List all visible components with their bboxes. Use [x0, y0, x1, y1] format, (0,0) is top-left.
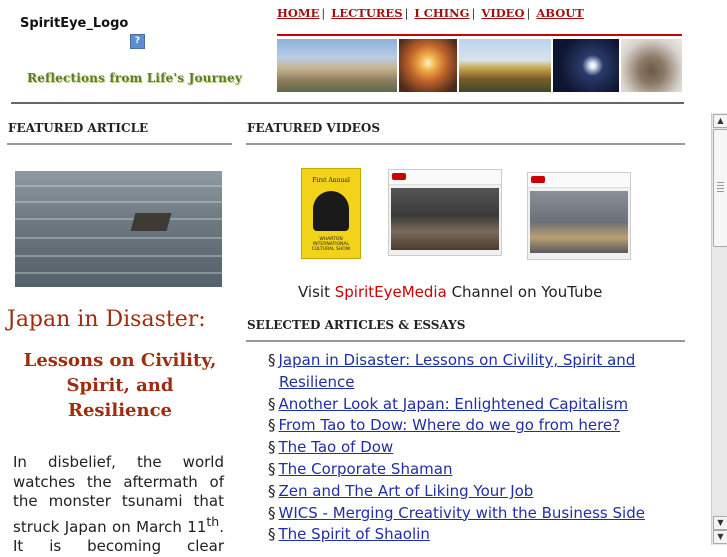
main-nav: HOME | LECTURES | I CHING | VIDEO | ABOUT [277, 6, 584, 20]
header-banner [277, 39, 682, 92]
tagline: Reflections from Life's Journey [27, 71, 243, 85]
scroll-down-icon[interactable]: ▼ [713, 516, 727, 530]
moon-photo [553, 39, 619, 92]
list-item: § Another Look at Japan: Enlightened Capi… [268, 394, 688, 416]
nav-about[interactable]: ABOUT [536, 6, 583, 20]
list-item: § The Tao of Dow [268, 437, 688, 459]
sunset-photo [399, 39, 457, 92]
scroll-down-icon[interactable]: ▼ [713, 530, 727, 544]
nav-separator: | [321, 6, 326, 20]
article-link[interactable]: From Tao to Dow: Where do we go from her… [279, 416, 621, 434]
vertical-scrollbar[interactable]: ▲ ▼ ▼ [711, 113, 727, 545]
bullet-icon: § [268, 525, 276, 544]
scrollbar-thumb[interactable] [713, 129, 727, 247]
palace-photo [277, 39, 397, 92]
bullet-icon: § [268, 481, 276, 500]
video-thumbnail-dance[interactable] [388, 169, 502, 256]
visit-suffix: Channel on YouTube [446, 283, 603, 301]
article-subhead[interactable]: Lessons on Civility, Spirit, and Resilie… [15, 348, 225, 423]
list-item: § WICS - Merging Creativity with the Busi… [268, 503, 688, 525]
list-item: § The Corporate Shaman [268, 459, 688, 481]
article-link[interactable]: The Spirit of Shaolin [279, 525, 430, 543]
visit-prefix: Visit [298, 283, 335, 301]
section-underline [246, 143, 685, 145]
header-divider [11, 102, 684, 104]
article-headline[interactable]: Japan in Disaster: [7, 307, 206, 332]
bullet-icon: § [268, 351, 276, 369]
nav-separator: | [526, 6, 531, 20]
article-link[interactable]: Zen and The Art of Liking Your Job [279, 482, 534, 500]
video-frame [530, 191, 628, 253]
nav-lectures[interactable]: LECTURES [331, 6, 402, 20]
floating-house [130, 213, 172, 231]
selected-articles-heading: SELECTED ARTICLES & ESSAYS [247, 318, 466, 332]
temple-photo [459, 39, 551, 92]
nav-video[interactable]: VIDEO [481, 6, 524, 20]
nav-separator: | [471, 6, 476, 20]
list-item: § The Spirit of Shaolin [268, 524, 688, 546]
nav-separator: | [404, 6, 409, 20]
article-link[interactable]: The Tao of Dow [279, 438, 394, 456]
nav-i-ching[interactable]: I CHING [414, 6, 469, 20]
bullet-icon: § [268, 438, 276, 457]
featured-videos-heading: FEATURED VIDEOS [247, 121, 381, 135]
poster-footer: WHARTON INTERNATIONAL CULTURAL SHOW [311, 237, 351, 252]
list-item: § From Tao to Dow: Where do we go from he… [268, 415, 688, 437]
bullet-icon: § [268, 503, 276, 522]
scroll-up-icon[interactable]: ▲ [713, 114, 727, 128]
nav-home[interactable]: HOME [277, 6, 319, 20]
article-link[interactable]: Japan in Disaster: Lessons on Civility, … [279, 351, 636, 391]
bullet-icon: § [268, 416, 276, 435]
poster-emblem [313, 191, 349, 231]
list-item: § Zen and The Art of Liking Your Job [268, 481, 688, 503]
site-logo[interactable]: SpiritEye_Logo [20, 16, 128, 31]
broken-image-icon: ? [130, 34, 145, 49]
list-item: § Japan in Disaster: Lessons on Civility,… [268, 350, 688, 394]
article-list: § Japan in Disaster: Lessons on Civility,… [268, 350, 688, 546]
section-underline [7, 143, 232, 145]
spiriteyemedia-link[interactable]: SpiritEyeMedia [335, 283, 447, 301]
bullet-icon: § [268, 394, 276, 413]
video-frame [391, 188, 499, 250]
bullet-icon: § [268, 459, 276, 478]
youtube-logo-icon [531, 176, 545, 183]
youtube-channel-line: Visit SpiritEyeMedia Channel on YouTube [298, 283, 602, 301]
article-link[interactable]: The Corporate Shaman [279, 460, 453, 478]
poster-title: First Annual [312, 177, 350, 184]
article-link[interactable]: Another Look at Japan: Enlightened Capit… [279, 395, 629, 413]
section-underline [246, 340, 685, 342]
featured-article-image[interactable] [15, 171, 222, 287]
video-thumbnail-shaolin[interactable] [527, 172, 631, 260]
video-thumbnail-poster[interactable]: First Annual WHARTON INTERNATIONAL CULTU… [301, 168, 361, 259]
youtube-logo-icon [392, 173, 406, 180]
featured-article-heading: FEATURED ARTICLE [8, 121, 149, 135]
article-body-text: In disbelief, the world watches the afte… [13, 453, 224, 536]
banner-divider [277, 34, 682, 36]
article-link[interactable]: WICS - Merging Creativity with the Busin… [279, 504, 645, 522]
article-body-sup: th [206, 513, 220, 529]
article-body: In disbelief, the world watches the afte… [13, 453, 224, 557]
buddha-photo [621, 39, 682, 92]
